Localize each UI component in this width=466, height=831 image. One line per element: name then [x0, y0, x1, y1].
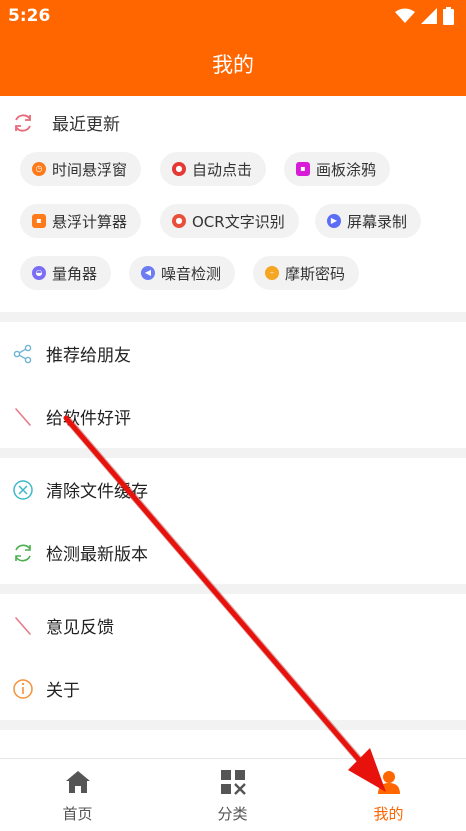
page-title: 我的 — [212, 53, 254, 77]
palette-icon: ▪ — [296, 162, 310, 176]
content: 最近更新 ◷ 时间悬浮窗 ● 自动点击 ▪ 画板涂鸦 ▪ 悬浮计算器 ● OCR… — [0, 96, 466, 758]
tool-chip-morse-code[interactable]: – 摩斯密码 — [253, 256, 360, 290]
menu-item-feedback[interactable]: 意见反馈 — [0, 594, 466, 657]
recent-section: 最近更新 ◷ 时间悬浮窗 ● 自动点击 ▪ 画板涂鸦 ▪ 悬浮计算器 ● OCR… — [0, 96, 466, 312]
chip-label: 画板涂鸦 — [316, 160, 377, 179]
menu-item-label: 给软件好评 — [46, 409, 131, 429]
protractor-icon: ◒ — [32, 266, 46, 280]
tab-label: 首页 — [62, 805, 93, 823]
menu-item-about[interactable]: 关于 — [0, 657, 466, 720]
recent-title: 最近更新 — [52, 115, 120, 135]
section-divider — [0, 584, 466, 594]
chip-label: 量角器 — [52, 264, 98, 283]
menu-group-share: 推荐给朋友 给软件好评 — [0, 322, 466, 448]
section-divider — [0, 720, 466, 730]
home-icon — [65, 769, 91, 799]
status-bar: 5:26 — [0, 0, 466, 34]
tool-chip-auto-click[interactable]: ● 自动点击 — [160, 152, 267, 186]
chip-label: 自动点击 — [192, 160, 253, 179]
section-divider — [0, 312, 466, 322]
signal-icon — [421, 8, 437, 24]
tool-chip-noise-detect[interactable]: ◀ 噪音检测 — [129, 256, 236, 290]
menu-item-label: 意见反馈 — [46, 618, 114, 638]
tab-label: 我的 — [373, 805, 404, 823]
clear-icon — [12, 479, 34, 501]
tab-home[interactable]: 首页 — [0, 759, 155, 831]
menu-group-about: 意见反馈 关于 — [0, 594, 466, 720]
status-icons — [395, 7, 454, 25]
tab-category[interactable]: 分类 — [155, 759, 310, 831]
share-icon — [12, 343, 34, 365]
tool-chip-ocr[interactable]: ● OCR文字识别 — [160, 204, 299, 238]
refresh-icon — [12, 542, 34, 564]
wifi-icon — [395, 8, 415, 23]
menu-item-label: 关于 — [46, 681, 80, 701]
tool-chip-drawing-board[interactable]: ▪ 画板涂鸦 — [284, 152, 391, 186]
menu-item-label: 检测最新版本 — [46, 545, 148, 565]
person-icon — [376, 769, 402, 799]
tool-chip-protractor[interactable]: ◒ 量角器 — [20, 256, 112, 290]
refresh-icon — [15, 113, 31, 132]
menu-item-rate-app[interactable]: 给软件好评 — [0, 385, 466, 448]
chip-label: 时间悬浮窗 — [52, 160, 128, 179]
chip-label: 屏幕录制 — [347, 212, 408, 231]
clock-icon: ◷ — [32, 162, 46, 176]
chip-label: OCR文字识别 — [192, 212, 285, 231]
tool-chip-time-float[interactable]: ◷ 时间悬浮窗 — [20, 152, 142, 186]
chip-label: 噪音检测 — [161, 264, 222, 283]
category-icon — [220, 769, 246, 799]
tab-mine[interactable]: 我的 — [311, 759, 466, 831]
section-divider — [0, 448, 466, 458]
menu-group-maintenance: 清除文件缓存 检测最新版本 — [0, 458, 466, 584]
pen-icon — [12, 615, 34, 637]
app-bar: 我的 — [0, 34, 466, 96]
menu-item-clear-cache[interactable]: 清除文件缓存 — [0, 458, 466, 521]
menu-item-label: 推荐给朋友 — [46, 346, 131, 366]
tab-label: 分类 — [217, 805, 248, 823]
ocr-icon: ● — [172, 214, 186, 228]
hand-icon: ● — [172, 162, 186, 176]
pen-icon — [12, 406, 34, 428]
video-icon: ▶ — [327, 214, 341, 228]
tool-chip-float-calculator[interactable]: ▪ 悬浮计算器 — [20, 204, 142, 238]
calculator-icon: ▪ — [32, 214, 46, 228]
info-icon — [12, 678, 34, 700]
menu-item-label: 清除文件缓存 — [46, 482, 148, 502]
chip-label: 悬浮计算器 — [52, 212, 128, 231]
recent-header: 最近更新 — [12, 110, 120, 135]
morse-icon: – — [265, 266, 279, 280]
bottom-tab-bar: 首页 分类 我的 — [0, 758, 466, 830]
battery-icon — [443, 7, 454, 25]
menu-item-check-update[interactable]: 检测最新版本 — [0, 521, 466, 584]
status-time: 5:26 — [8, 6, 51, 26]
menu-item-recommend[interactable]: 推荐给朋友 — [0, 322, 466, 385]
tool-chip-screen-record[interactable]: ▶ 屏幕录制 — [315, 204, 422, 238]
sound-icon: ◀ — [141, 266, 155, 280]
chip-label: 摩斯密码 — [285, 264, 346, 283]
